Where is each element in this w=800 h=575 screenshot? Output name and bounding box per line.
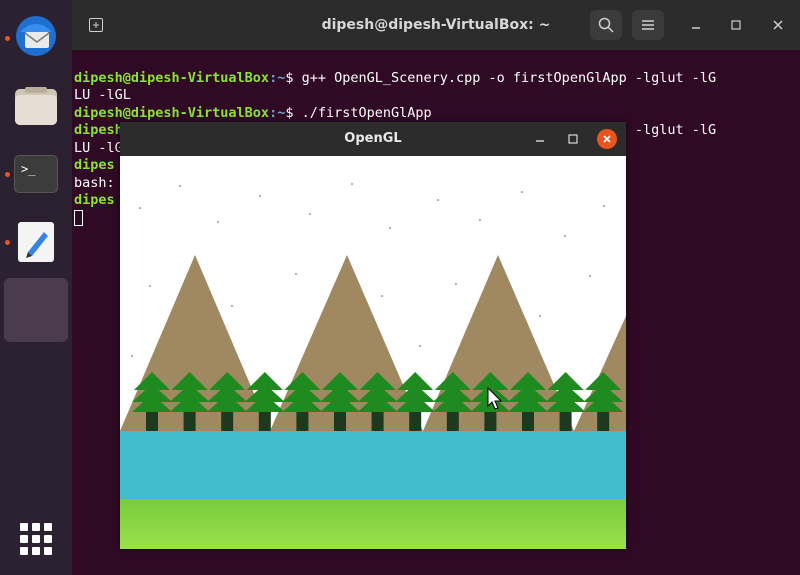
terminal-line: dipesh@dipesh-VirtualBox:~$ g++ OpenGL_S… xyxy=(74,69,717,86)
opengl-titlebar[interactable]: OpenGL xyxy=(120,122,626,156)
opengl-window[interactable]: OpenGL xyxy=(120,122,626,549)
mail-icon xyxy=(16,16,56,56)
dock: >_ xyxy=(0,0,72,575)
maximize-icon[interactable] xyxy=(563,129,583,149)
dock-item-thunderbird[interactable] xyxy=(4,4,68,68)
terminal-icon: >_ xyxy=(14,155,58,193)
dock-item-text-editor[interactable] xyxy=(4,210,68,274)
close-icon[interactable] xyxy=(762,10,794,40)
pencil-icon xyxy=(18,222,54,262)
opengl-title: OpenGL xyxy=(344,131,402,146)
terminal-line: LU -lGL xyxy=(74,87,131,103)
show-apps-icon[interactable] xyxy=(20,523,52,555)
text-cursor xyxy=(74,209,83,226)
maximize-icon[interactable] xyxy=(720,10,752,40)
menu-icon[interactable] xyxy=(632,10,664,40)
dock-item-files[interactable] xyxy=(4,74,68,138)
dock-item-terminal[interactable]: >_ xyxy=(4,142,68,206)
dock-item-running-app[interactable] xyxy=(4,278,68,342)
grass xyxy=(120,499,626,549)
search-icon[interactable] xyxy=(590,10,622,40)
minimize-icon[interactable] xyxy=(530,129,550,149)
terminal-line: dipesh@dipesh-VirtualBox:~$ ./firstOpenG… xyxy=(74,104,432,121)
close-icon[interactable] xyxy=(597,129,617,149)
water xyxy=(120,431,626,499)
opengl-scene[interactable] xyxy=(120,156,626,549)
minimize-icon[interactable] xyxy=(680,10,712,40)
terminal-header: dipesh@dipesh-VirtualBox: ~ xyxy=(72,0,800,50)
folder-icon xyxy=(15,87,57,125)
